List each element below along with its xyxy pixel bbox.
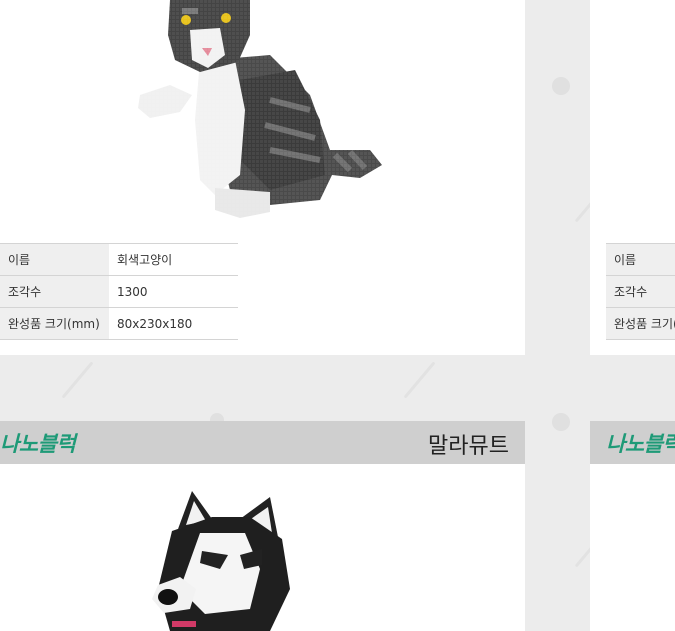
spec-label: 조각수 bbox=[606, 275, 675, 308]
bg-dot bbox=[552, 77, 570, 95]
product-title: 말라뮤트 bbox=[428, 434, 509, 459]
spec-label: 이름 bbox=[0, 243, 109, 276]
spec-table: 이름 조각수 완성품 크기(mm) bbox=[606, 243, 675, 340]
spec-row-pieces: 조각수 bbox=[606, 275, 675, 308]
brand-label: 나노블럭 bbox=[0, 432, 76, 456]
spec-row-name: 이름 회색고양이 bbox=[0, 243, 238, 276]
bg-slash bbox=[61, 361, 94, 399]
spec-label: 완성품 크기(mm) bbox=[0, 307, 109, 340]
spec-value: 회색고양이 bbox=[109, 243, 238, 276]
product-card-partial: 나노블럭 bbox=[590, 421, 675, 631]
product-card-malamute: 나노블럭 말라뮤트 bbox=[0, 421, 525, 631]
spec-value: 80x230x180 bbox=[109, 307, 238, 340]
spec-row-size: 완성품 크기(mm) bbox=[606, 307, 675, 340]
husky-figure-image bbox=[152, 491, 290, 631]
spec-row-pieces: 조각수 1300 bbox=[0, 275, 238, 308]
spec-label: 조각수 bbox=[0, 275, 109, 308]
spec-table: 이름 회색고양이 조각수 1300 완성품 크기(mm) 80x230x180 bbox=[0, 243, 238, 340]
spec-row-name: 이름 bbox=[606, 243, 675, 276]
product-header: 나노블럭 bbox=[590, 421, 675, 464]
product-header: 나노블럭 말라뮤트 bbox=[0, 421, 525, 464]
spec-value: 1300 bbox=[109, 275, 238, 308]
brand-label: 나노블럭 bbox=[606, 432, 675, 456]
spec-row-size: 완성품 크기(mm) 80x230x180 bbox=[0, 307, 238, 340]
cat-figure-image bbox=[120, 0, 385, 225]
bg-slash bbox=[403, 361, 436, 399]
bg-dot bbox=[552, 413, 570, 431]
spec-label: 완성품 크기(mm) bbox=[606, 307, 675, 340]
product-card-cat: 이름 회색고양이 조각수 1300 완성품 크기(mm) 80x230x180 bbox=[0, 0, 525, 355]
spec-label: 이름 bbox=[606, 243, 675, 276]
